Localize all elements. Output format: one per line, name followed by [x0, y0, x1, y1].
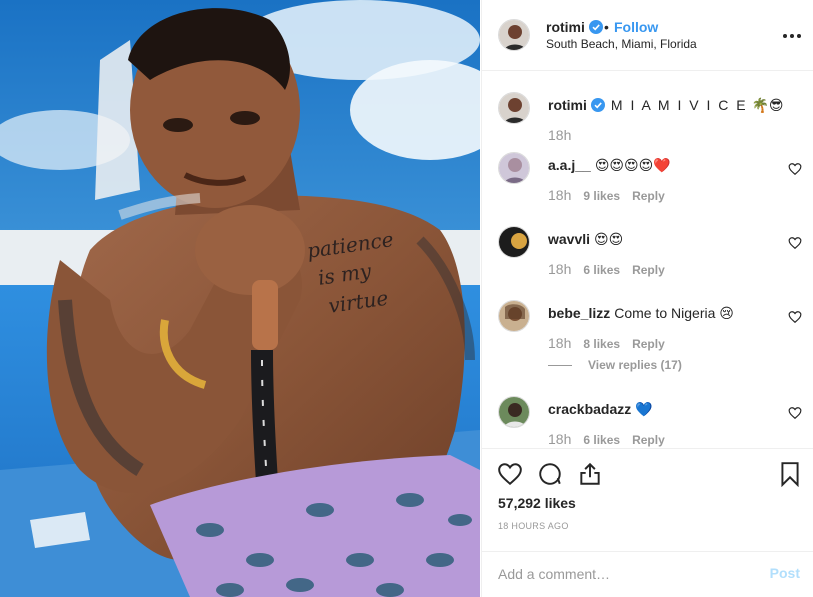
avatar[interactable] [498, 300, 530, 332]
comment-emoji: 🌴😎 [751, 98, 784, 114]
view-replies-label: View replies (17) [588, 358, 682, 372]
post-timestamp[interactable]: 18 HOURS AGO [498, 521, 569, 531]
reply-button[interactable]: Reply [632, 337, 665, 351]
reply-button[interactable]: Reply [632, 189, 665, 203]
comment-username[interactable]: bebe_lizz [548, 305, 610, 321]
comment-username[interactable]: rotimi [548, 97, 587, 113]
avatar[interactable] [498, 226, 530, 258]
likes-count[interactable]: 57,292 likes [498, 495, 576, 511]
comment-line: bebe_lizz Come to Nigeria 😢 [548, 305, 734, 322]
comment-username[interactable]: a.a.j__ [548, 157, 591, 173]
comment-likes[interactable]: 6 likes [583, 433, 620, 447]
replies-divider [548, 365, 572, 367]
comment-icon[interactable] [537, 461, 563, 487]
comment-time[interactable]: 18h [548, 261, 571, 277]
verified-badge-icon [588, 20, 603, 37]
author-username[interactable]: rotimi [546, 19, 603, 37]
comment-emoji: 💙 [635, 402, 653, 418]
add-comment-bar: Post [482, 551, 813, 597]
post-photo[interactable]: patience is my virtue [0, 0, 480, 597]
bookmark-icon[interactable] [777, 461, 803, 488]
share-icon[interactable] [577, 461, 603, 487]
comments-list[interactable]: rotimi M I A M I V I C E 🌴😎 18h a.a.j__ 😍😍… [482, 72, 813, 448]
like-comment-heart-icon[interactable] [788, 406, 802, 420]
comment-emoji: 😍😍 [594, 232, 624, 248]
comment-time[interactable]: 18h [548, 335, 571, 351]
more-options-icon[interactable] [780, 26, 804, 46]
comment-line: crackbadazz 💙 [548, 401, 653, 418]
comment-meta: 18h 6 likes Reply [548, 431, 677, 447]
comment-likes[interactable]: 6 likes [583, 263, 620, 277]
like-comment-heart-icon[interactable] [788, 236, 802, 250]
avatar[interactable] [498, 396, 530, 428]
comment-emoji: 😍😍😍😍❤️ [594, 158, 671, 174]
follow-button[interactable]: Follow [614, 19, 658, 35]
author-avatar[interactable] [498, 19, 530, 51]
like-comment-heart-icon[interactable] [788, 162, 802, 176]
comment-time[interactable]: 18h [548, 431, 571, 447]
post-header: rotimi • Follow South Beach, Miami, Flor… [482, 0, 813, 71]
post-actions: 57,292 likes 18 HOURS AGO [482, 448, 813, 551]
comment-line: rotimi M I A M I V I C E 🌴😎 [548, 97, 784, 115]
comment-time[interactable]: 18h [548, 127, 571, 143]
post-photo-image: patience is my virtue [0, 0, 480, 597]
comment-time[interactable]: 18h [548, 187, 571, 203]
comment-likes[interactable]: 9 likes [583, 189, 620, 203]
comment-emoji: 😢 [719, 306, 734, 322]
avatar[interactable] [498, 92, 530, 124]
add-comment-input[interactable] [498, 564, 758, 584]
post-comment-button[interactable]: Post [770, 565, 800, 581]
location-link[interactable]: South Beach, Miami, Florida [546, 37, 697, 51]
like-comment-heart-icon[interactable] [788, 310, 802, 324]
reply-button[interactable]: Reply [632, 433, 665, 447]
comment-meta: 18h 8 likes Reply [548, 335, 677, 351]
comment-meta: 18h [548, 127, 583, 143]
comment-text: Come to Nigeria [614, 305, 716, 321]
comment-likes[interactable]: 8 likes [583, 337, 620, 351]
heart-icon[interactable] [497, 461, 523, 487]
verified-badge-icon [590, 98, 605, 115]
reply-button[interactable]: Reply [632, 263, 665, 277]
comment-username[interactable]: crackbadazz [548, 401, 631, 417]
avatar[interactable] [498, 152, 530, 184]
post-detail-panel: rotimi • Follow South Beach, Miami, Flor… [481, 0, 813, 597]
comment-username[interactable]: wavvli [548, 231, 590, 247]
comment-line: a.a.j__ 😍😍😍😍❤️ [548, 157, 671, 174]
view-replies-button[interactable]: View replies (17) [548, 358, 682, 372]
comment-meta: 18h 6 likes Reply [548, 261, 677, 277]
comment-meta: 18h 9 likes Reply [548, 187, 677, 203]
separator-dot: • [604, 19, 609, 35]
comment-text: M I A M I V I C E [610, 97, 748, 113]
comment-line: wavvli 😍😍 [548, 231, 623, 248]
